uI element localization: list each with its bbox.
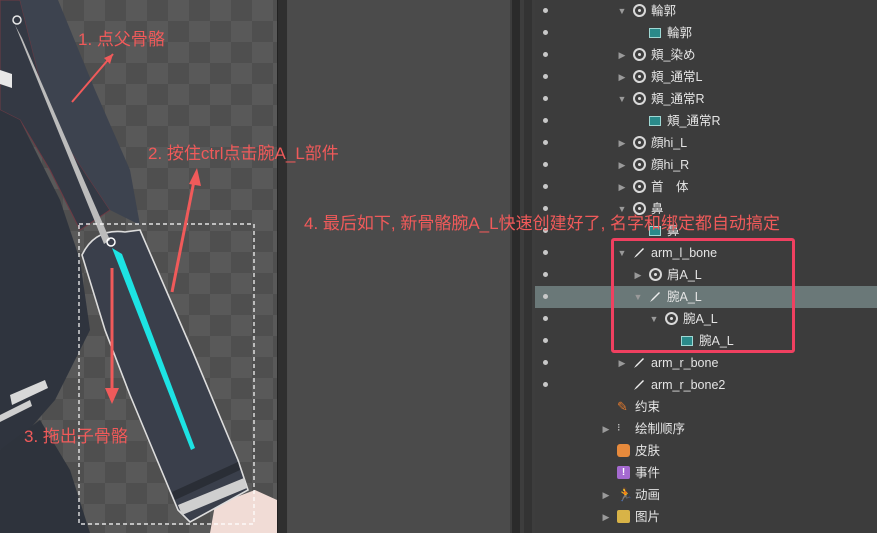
slot-icon	[633, 92, 646, 105]
tree-row-label: 首 体	[651, 180, 689, 194]
arrow-step2	[170, 175, 197, 293]
tree-row[interactable]: ▶ 图片	[535, 506, 877, 528]
tree-row[interactable]: 頬_通常R	[535, 110, 877, 132]
character-arm-render	[0, 0, 277, 533]
visibility-dot-icon[interactable]	[543, 184, 548, 189]
expand-arrow-icon[interactable]: ▶	[617, 136, 627, 150]
tree-row-label: 頬_通常R	[667, 114, 721, 128]
middle-pane	[288, 0, 510, 533]
expand-arrow-icon[interactable]: ▶	[617, 180, 627, 194]
highlight-box	[611, 238, 795, 353]
viewport-border	[277, 0, 288, 533]
slot-icon	[633, 158, 646, 171]
annotation-step3: 3. 拖出子骨骼	[24, 427, 128, 446]
tree-row-label: 约束	[635, 400, 661, 414]
visibility-dot-icon[interactable]	[543, 360, 548, 365]
tree-row-label: arm_r_bone2	[651, 378, 726, 392]
tree-row[interactable]: ▶ arm_r_bone	[535, 352, 877, 374]
slot-icon	[633, 136, 646, 149]
expand-arrow-icon[interactable]: ▼	[617, 4, 627, 18]
images-icon	[617, 510, 630, 523]
draw-order-icon: ⁝	[617, 422, 621, 434]
events-icon: !	[617, 466, 630, 479]
tree-row-label: 顔hi_L	[651, 136, 688, 150]
panel-divider[interactable]	[510, 0, 535, 533]
expand-arrow-icon[interactable]: ▶	[617, 48, 627, 62]
tree-row[interactable]: ▶ 🏃 动画	[535, 484, 877, 506]
annotation-step4: 4. 最后如下, 新骨骼腕A_L快速创建好了, 名字和绑定都自动搞定	[304, 214, 781, 233]
expand-arrow-icon[interactable]: ▶	[601, 422, 611, 436]
animations-icon: 🏃	[617, 487, 634, 502]
visibility-dot-icon[interactable]	[543, 294, 548, 299]
skeleton-viewport[interactable]: 1. 点父骨骼 3. 拖出子骨骼	[0, 0, 277, 533]
tree-row[interactable]: ▶ 頬_通常L	[535, 66, 877, 88]
visibility-dot-icon[interactable]	[543, 272, 548, 277]
tree-row[interactable]: ▶ ⁝ 绘制顺序	[535, 418, 877, 440]
tree-row-label: 动画	[635, 488, 661, 502]
attachment-icon	[649, 28, 661, 38]
tree-row-label: 图片	[635, 510, 661, 524]
annotation-step1: 1. 点父骨骼	[78, 30, 165, 49]
expand-arrow-icon[interactable]: ▶	[617, 70, 627, 84]
tree-row-label: 事件	[635, 466, 661, 480]
tree-row-label: 頬_通常R	[651, 92, 705, 106]
tree-row-label: arm_r_bone	[651, 356, 719, 370]
skins-icon	[617, 444, 630, 457]
tree-row-label: 顔hi_R	[651, 158, 690, 172]
visibility-dot-icon[interactable]	[543, 96, 548, 101]
visibility-dot-icon[interactable]	[543, 8, 548, 13]
visibility-dot-icon[interactable]	[543, 338, 548, 343]
tree-row[interactable]: ▼ 輪郭	[535, 0, 877, 22]
tree-row-label: 皮肤	[635, 444, 661, 458]
tree-row[interactable]: ▶ 顔hi_L	[535, 132, 877, 154]
visibility-dot-icon[interactable]	[543, 162, 548, 167]
visibility-dot-icon[interactable]	[543, 316, 548, 321]
tree-row-label: 輪郭	[651, 4, 677, 18]
annotation-step2: 2. 按住ctrl点击腕A_L部件	[148, 144, 339, 163]
expand-arrow-icon[interactable]: ▶	[617, 158, 627, 172]
tree-row[interactable]: ! 事件	[535, 462, 877, 484]
expand-arrow-icon[interactable]: ▶	[601, 488, 611, 502]
expand-arrow-icon[interactable]: ▼	[617, 92, 627, 106]
tree-row[interactable]: ✎ 约束	[535, 396, 877, 418]
tree-row[interactable]: ▶ 首 体	[535, 176, 877, 198]
tree-row[interactable]: ▼ 頬_通常R	[535, 88, 877, 110]
tree-row-label: 绘制顺序	[635, 422, 686, 436]
tree-row-label: 頬_染め	[651, 48, 696, 62]
slot-icon	[633, 48, 646, 61]
visibility-dot-icon[interactable]	[543, 52, 548, 57]
expand-arrow-icon[interactable]: ▶	[601, 510, 611, 524]
visibility-dot-icon[interactable]	[543, 382, 548, 387]
tree-row-label: 頬_通常L	[651, 70, 703, 84]
bone-icon	[633, 378, 646, 391]
tree-row[interactable]: arm_r_bone2	[535, 374, 877, 396]
tree-row[interactable]: 輪郭	[535, 22, 877, 44]
visibility-dot-icon[interactable]	[543, 74, 548, 79]
visibility-dot-icon[interactable]	[543, 118, 548, 123]
slot-icon	[633, 4, 646, 17]
tree-row[interactable]: ▶ 頬_染め	[535, 44, 877, 66]
visibility-dot-icon[interactable]	[543, 250, 548, 255]
tree-row[interactable]: ▶ 顔hi_R	[535, 154, 877, 176]
expand-arrow-icon[interactable]: ▶	[617, 356, 627, 370]
visibility-dot-icon[interactable]	[543, 30, 548, 35]
tree-row[interactable]: 皮肤	[535, 440, 877, 462]
slot-icon	[633, 180, 646, 193]
visibility-dot-icon[interactable]	[543, 140, 548, 145]
slot-icon	[633, 70, 646, 83]
tree-row-label: 輪郭	[667, 26, 693, 40]
attachment-icon	[649, 116, 661, 126]
visibility-dot-icon[interactable]	[543, 206, 548, 211]
bone-icon	[633, 356, 646, 369]
constraints-icon: ✎	[617, 399, 628, 414]
